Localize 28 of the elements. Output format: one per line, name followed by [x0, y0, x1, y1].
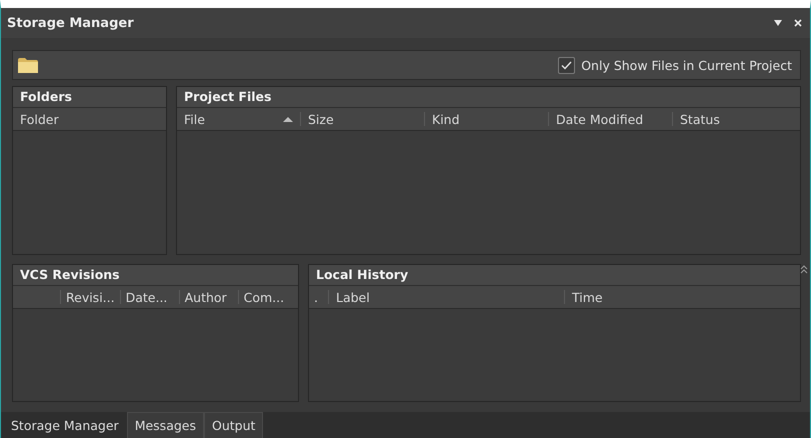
checkbox-label[interactable]: Only Show Files in Current Project — [581, 58, 792, 72]
column-header[interactable]: Label — [329, 290, 565, 304]
tab[interactable]: Output — [204, 412, 264, 438]
column-header[interactable]: Com... — [238, 290, 298, 304]
column-header[interactable]: Status — [673, 112, 800, 126]
window-title: Storage Manager — [7, 16, 135, 30]
column-header[interactable]: Author — [180, 290, 239, 304]
checkbox[interactable] — [558, 56, 576, 74]
folder-icon[interactable] — [18, 58, 38, 72]
column-header[interactable]: Revisi... — [60, 290, 121, 304]
column-header[interactable]: Date... — [120, 290, 180, 304]
dropdown-icon[interactable] — [774, 20, 782, 26]
collapse-icon[interactable] — [800, 265, 808, 274]
column-header[interactable]: Date Modified — [549, 112, 673, 126]
column-header[interactable]: Kind — [425, 112, 549, 126]
tab[interactable]: Messages — [126, 412, 204, 438]
panel-title: Folders — [13, 87, 166, 107]
column-header[interactable]: File — [177, 112, 301, 126]
column-header[interactable]: . — [309, 290, 329, 304]
sort-arrow-icon — [283, 116, 293, 122]
checkmark-icon — [561, 60, 572, 70]
panel-title: Project Files — [177, 87, 800, 107]
panel-title: VCS Revisions — [13, 265, 298, 285]
column-header[interactable]: Folder — [13, 112, 166, 126]
column-header[interactable]: Size — [301, 112, 425, 126]
close-icon[interactable] — [794, 19, 802, 27]
column-header[interactable]: Time — [565, 290, 800, 304]
panel-title: Local History — [309, 265, 800, 285]
